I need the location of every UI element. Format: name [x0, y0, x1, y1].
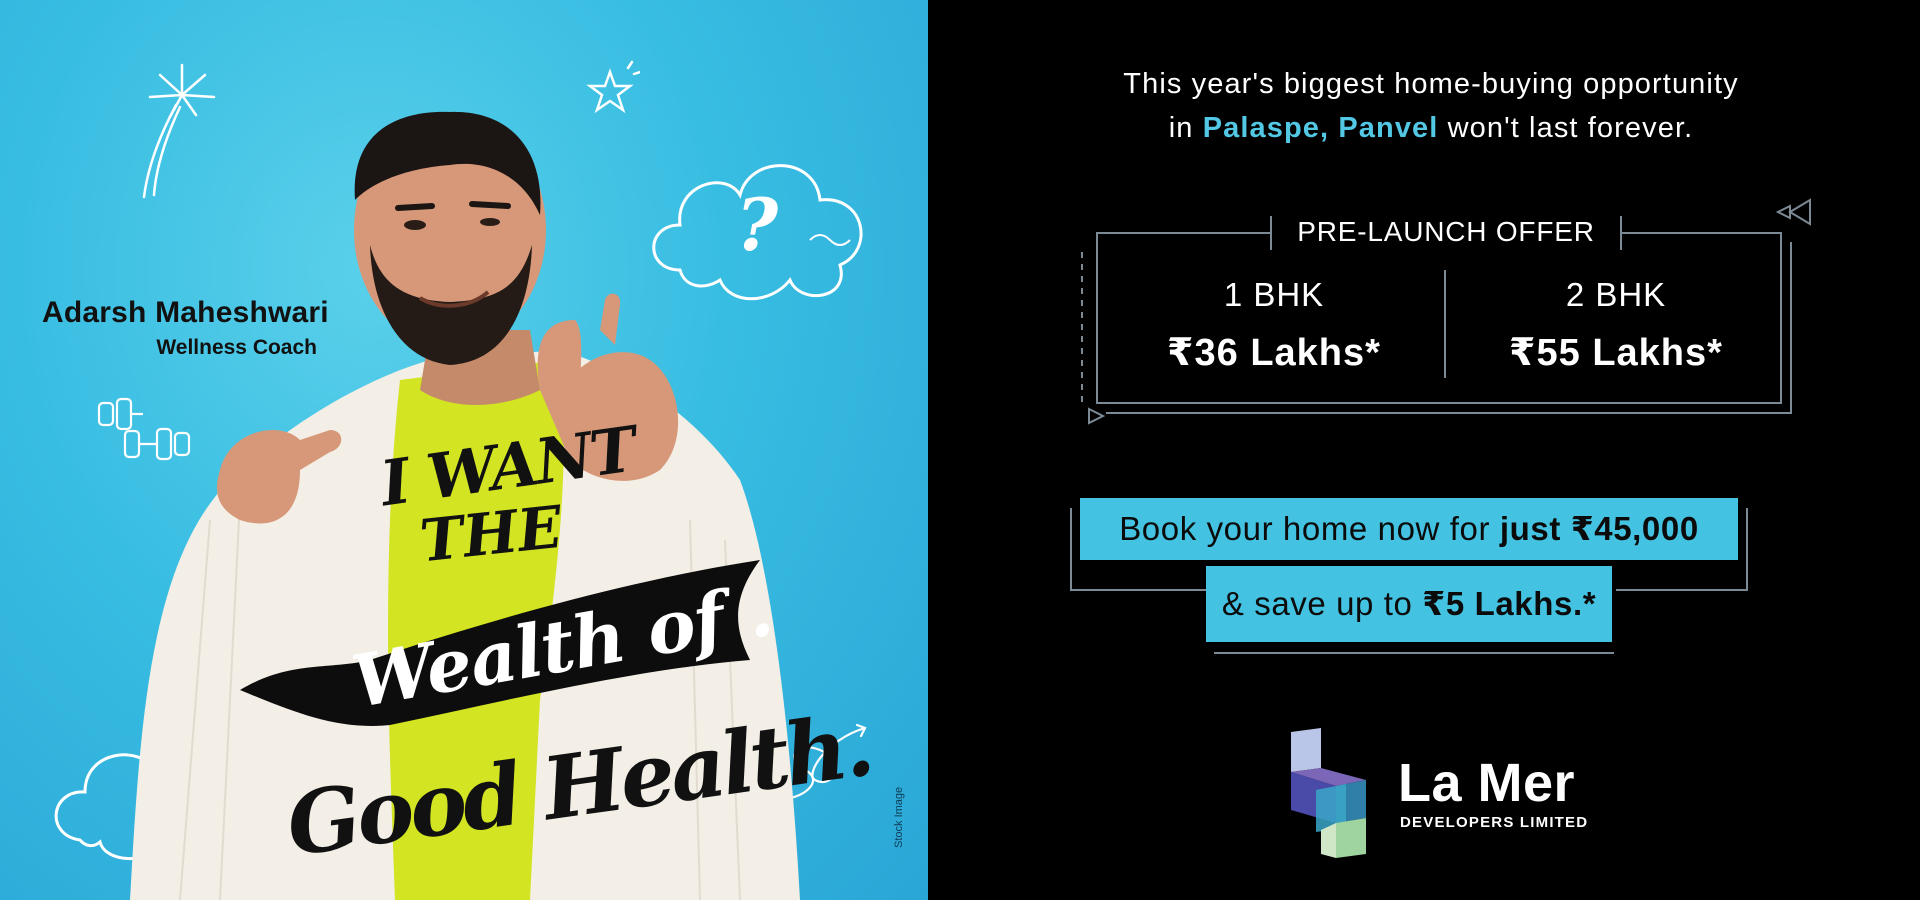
person-role: Wellness Coach — [156, 336, 317, 359]
hero-image-panel: ? ! — [0, 0, 928, 900]
person-name: Adarsh Maheshwari — [42, 296, 329, 329]
savings-amount: ₹5 Lakhs.* — [1422, 585, 1597, 622]
booking-amount: just ₹45,000 — [1499, 510, 1699, 547]
triangle-small-icon — [1088, 407, 1106, 425]
brand-name: La Mer — [1398, 753, 1576, 813]
deco-line — [1070, 589, 1208, 591]
offer-price: ₹36 Lakhs* — [1167, 332, 1381, 374]
deco-line — [1214, 652, 1614, 654]
deco-line — [1616, 589, 1748, 591]
headline-location: Palaspe, Panvel — [1202, 112, 1439, 144]
headline-prefix: in — [1168, 112, 1194, 144]
offer-type: 2 BHK — [1565, 276, 1667, 313]
savings-banner: & save up to ₹5 Lakhs.* — [1206, 566, 1612, 642]
offer-type: 1 BHK — [1223, 276, 1325, 313]
triangle-icon — [1775, 198, 1811, 226]
stock-image-note: Stock Image — [893, 786, 905, 848]
offer-title: PRE-LAUNCH OFFER — [1270, 214, 1622, 250]
offer-price: ₹55 Lakhs* — [1509, 332, 1723, 374]
headline-line-1: This year's biggest home-buying opportun… — [1123, 68, 1739, 100]
booking-amount-banner: Book your home now for just ₹45,000 — [1080, 498, 1738, 560]
deco-line — [1746, 508, 1748, 590]
headline: This year's biggest home-buying opportun… — [928, 62, 1920, 150]
booking-prefix: Book your home now for — [1119, 510, 1491, 547]
offer-panel: This year's biggest home-buying opportun… — [928, 0, 1920, 900]
deco-dashed-line — [1081, 252, 1083, 402]
offer-option-2bhk: 2 BHK ₹55 Lakhs* — [1446, 276, 1786, 375]
deco-line — [1070, 508, 1072, 590]
offer-option-1bhk: 1 BHK ₹36 Lakhs* — [1104, 276, 1444, 375]
savings-prefix: & save up to — [1221, 585, 1413, 622]
ad-banner: ? ! — [0, 0, 1920, 900]
headline-line-2: in Palaspe, Panvel won't last forever. — [942, 106, 1920, 150]
headline-suffix: won't last forever. — [1447, 112, 1694, 144]
brand-subtitle: DEVELOPERS LIMITED — [1400, 814, 1589, 831]
